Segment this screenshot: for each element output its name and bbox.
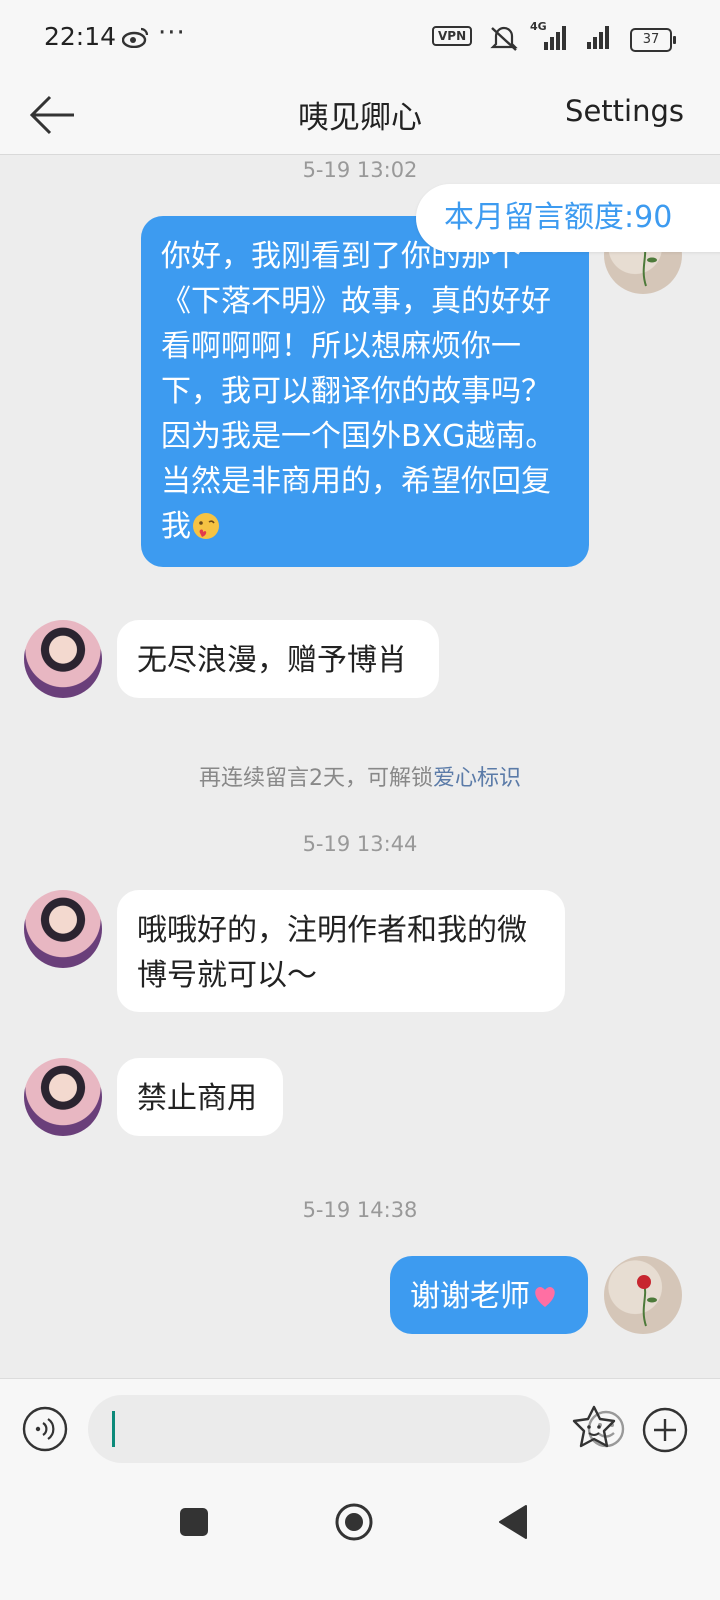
home-button[interactable] (334, 1502, 374, 1542)
settings-button[interactable]: Settings (565, 94, 684, 128)
message-input[interactable] (88, 1395, 625, 1463)
message-input-bar (0, 1378, 720, 1479)
chat-header: 咦见卿心 Settings (0, 76, 720, 155)
contact-avatar[interactable] (24, 620, 102, 698)
message-quota-badge: 本月留言额度:90 (416, 184, 720, 252)
system-navigation-bar (0, 1478, 720, 1600)
weibo-icon (122, 27, 149, 48)
streak-notice: 再连续留言2天，可解锁爱心标识 (0, 760, 720, 792)
recent-apps-button[interactable] (180, 1508, 208, 1536)
plus-icon[interactable] (642, 1407, 688, 1453)
message-text: 哦哦好的，注明作者和我的微博号就可以～ (137, 913, 527, 993)
mute-bell-icon (490, 26, 518, 51)
contact-avatar[interactable] (24, 1058, 102, 1136)
notice-text: 再连续留言2天，可解锁 (198, 766, 433, 791)
vpn-badge: VPN (432, 26, 473, 46)
incoming-message-bubble[interactable]: 无尽浪漫，赠予博肖 (117, 620, 439, 698)
message-text: 无尽浪漫，赠予博肖 (137, 643, 407, 678)
message-timestamp: 5-19 13:02 (302, 158, 418, 182)
message-text: 你好，我刚看到了你的那个《下落不明》故事，真的好好看啊啊啊！所以想麻烦你一下，我… (161, 239, 556, 544)
status-time: 22:14 (44, 22, 117, 51)
network-type: 4G (530, 20, 547, 33)
signal-icon (587, 26, 609, 49)
signal-4g-icon: 4G (530, 20, 566, 50)
system-back-button[interactable] (496, 1502, 530, 1542)
kiss-face-icon (193, 513, 219, 539)
contact-avatar[interactable] (24, 890, 102, 968)
outgoing-message-bubble[interactable]: 你好，我刚看到了你的那个《下落不明》故事，真的好好看啊啊啊！所以想麻烦你一下，我… (141, 216, 589, 567)
battery-icon: 37 (630, 28, 676, 52)
incoming-message-bubble[interactable]: 禁止商用 (117, 1058, 283, 1136)
status-bar: 22:14 ··· VPN 4G 37 (0, 0, 720, 76)
sticker-icon[interactable] (570, 1403, 618, 1451)
heart-icon (535, 1287, 555, 1307)
message-timestamp: 5-19 13:44 (302, 832, 418, 856)
heart-badge-link[interactable]: 爱心标识 (433, 766, 521, 791)
rose-icon (637, 1275, 657, 1327)
more-icon: ··· (158, 18, 186, 48)
incoming-message-bubble[interactable]: 哦哦好的，注明作者和我的微博号就可以～ (117, 890, 565, 1012)
text-cursor (112, 1411, 115, 1447)
outgoing-message-bubble[interactable]: 谢谢老师 (390, 1256, 588, 1334)
my-avatar[interactable] (604, 1256, 682, 1334)
message-text: 禁止商用 (137, 1081, 257, 1116)
message-timestamp: 5-19 14:38 (302, 1198, 418, 1222)
voice-icon[interactable] (22, 1406, 68, 1452)
message-text: 谢谢老师 (410, 1279, 530, 1314)
